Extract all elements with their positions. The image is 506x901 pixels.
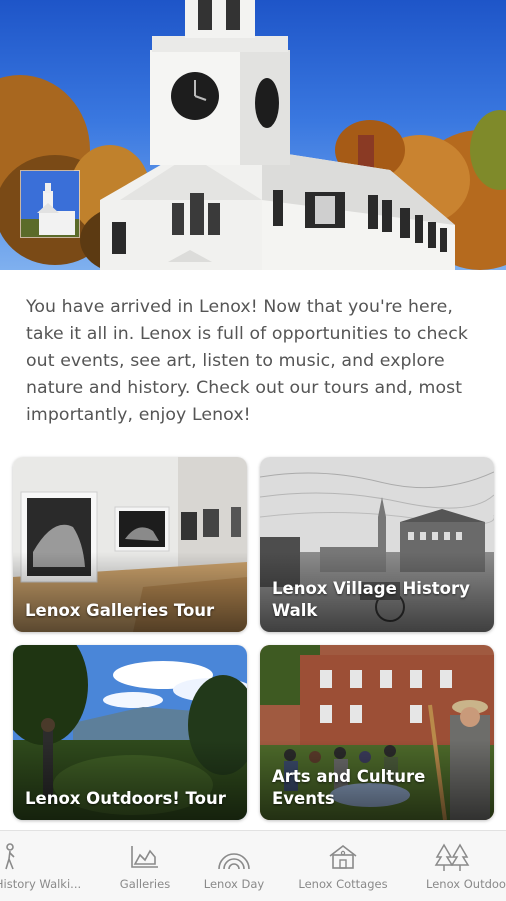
hero-image <box>0 0 506 270</box>
intro-text: You have arrived in Lenox! Now that you'… <box>26 297 468 425</box>
nav-label: Lenox Outdoo <box>426 877 506 891</box>
hero-thumbnail[interactable] <box>20 170 80 238</box>
nav-item-lenox-outdoors[interactable]: Lenox Outdoo <box>416 831 506 901</box>
tour-title: Lenox Galleries Tour <box>25 601 215 620</box>
bottom-navigation: History Walki... Galleries Lenox Day Len… <box>0 830 506 901</box>
trees-icon <box>434 843 470 871</box>
tour-title: Lenox Outdoors! Tour <box>25 789 226 808</box>
nav-item-lenox-day[interactable]: Lenox Day <box>188 831 280 901</box>
rainbow-icon <box>218 853 250 870</box>
chart-icon <box>131 846 158 868</box>
nav-item-history-walking[interactable]: History Walki... <box>0 831 90 901</box>
tour-title: Arts and Culture Events <box>272 767 426 808</box>
hiker-icon <box>5 843 15 870</box>
nav-item-galleries[interactable]: Galleries <box>100 831 190 901</box>
tour-card-galleries[interactable]: Lenox Galleries Tour <box>13 457 247 632</box>
tour-card-outdoors[interactable]: Lenox Outdoors! Tour <box>13 645 247 820</box>
nav-label: Lenox Cottages <box>298 877 388 891</box>
nav-label: History Walki... <box>0 877 82 891</box>
house-icon <box>329 844 357 869</box>
nav-item-lenox-cottages[interactable]: Lenox Cottages <box>290 831 396 901</box>
tour-title: Lenox Village History Walk <box>272 579 470 620</box>
nav-label: Lenox Day <box>203 877 265 891</box>
tour-card-arts-culture[interactable]: Arts and Culture Events <box>260 645 494 820</box>
tour-card-village-history[interactable]: Lenox Village History Walk <box>260 457 494 632</box>
nav-label: Galleries <box>119 877 171 891</box>
